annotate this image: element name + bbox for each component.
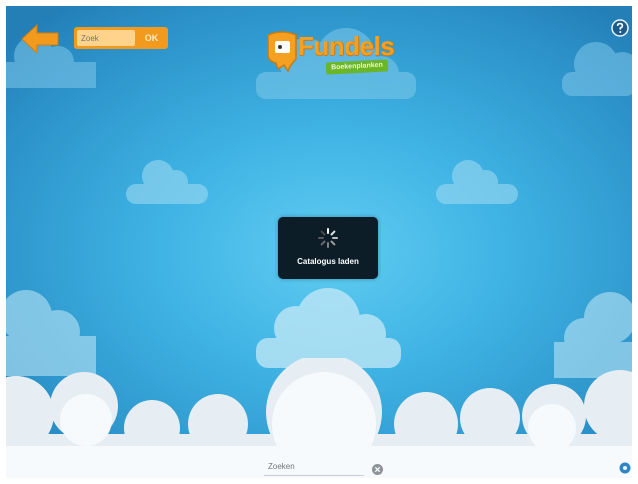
- bottom-search-input[interactable]: [264, 458, 364, 476]
- help-button[interactable]: [611, 19, 629, 37]
- loading-dialog: Catalogus laden: [278, 217, 378, 279]
- cloud-mid-left: [118, 152, 212, 204]
- loading-text: Catalogus laden: [297, 257, 359, 266]
- clear-button[interactable]: [372, 462, 383, 475]
- search-box: OK: [74, 27, 168, 49]
- arrow-left-icon: [20, 23, 60, 59]
- cloud-lower-center: [246, 288, 406, 368]
- settings-button[interactable]: [619, 461, 631, 474]
- help-icon: [611, 19, 629, 41]
- mascot-icon: [262, 29, 302, 73]
- back-button[interactable]: [20, 23, 60, 55]
- gear-icon: [619, 461, 631, 478]
- cloud-mid-right: [430, 152, 524, 204]
- fundels-logo: Fundels Boekenplanken: [260, 25, 400, 85]
- ok-button[interactable]: OK: [138, 30, 165, 46]
- bottom-search: [264, 458, 390, 476]
- cloud-top-right: [556, 34, 632, 96]
- search-input[interactable]: [77, 30, 135, 46]
- clear-icon: [372, 462, 383, 478]
- app-screen: OK Fundels Boekenplanken: [6, 6, 632, 478]
- logo-tagline: Boekenplanken: [325, 59, 389, 75]
- spinner-icon: [317, 227, 339, 249]
- logo-name: Fundels: [298, 31, 395, 61]
